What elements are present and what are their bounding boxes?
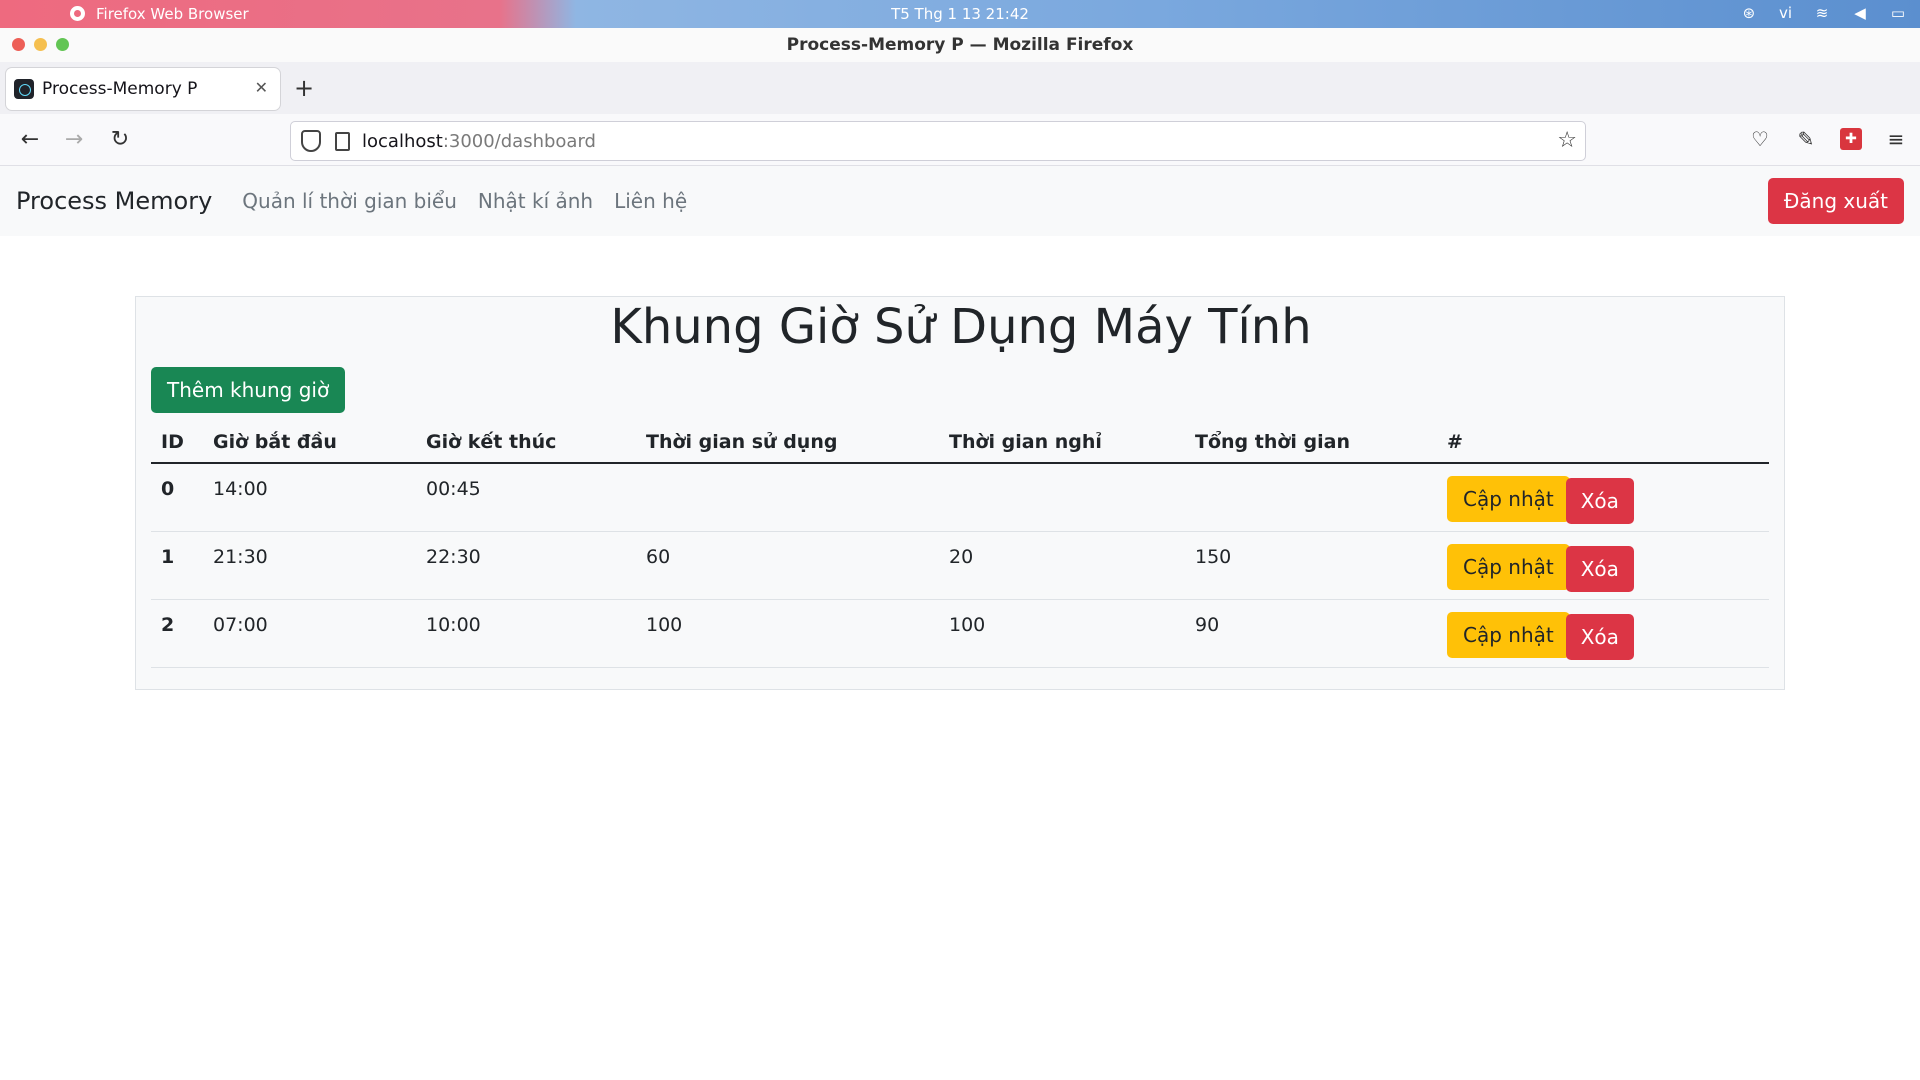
cell-id: 2 <box>151 599 203 668</box>
column-header: # <box>1437 421 1769 464</box>
tab-process-memory[interactable]: Process-Memory P ✕ <box>6 68 280 110</box>
window-title: Process-Memory P — Mozilla Firefox <box>786 35 1134 55</box>
site-navbar: Process Memory Quản lí thời gian biểu Nh… <box>0 166 1920 236</box>
forward-arrow-icon[interactable]: → <box>60 126 88 154</box>
cell-end: 00:45 <box>416 463 636 532</box>
delete-button[interactable]: Xóa <box>1565 478 1634 524</box>
bookmark-star-icon[interactable]: ☆ <box>1557 128 1577 153</box>
battery-icon[interactable]: ▭ <box>1890 5 1906 21</box>
cell-rest <box>939 463 1185 532</box>
table-row: 1 21:30 22:30 60 20 150 Cập nhật Xóa <box>151 531 1769 600</box>
nav-link-contact[interactable]: Liên hệ <box>614 189 687 213</box>
nav-link-schedule[interactable]: Quản lí thời gian biểu <box>242 189 457 213</box>
volume-icon[interactable]: ◀ <box>1852 5 1868 21</box>
cell-total: 150 <box>1185 531 1437 600</box>
cell-use: 100 <box>636 599 939 668</box>
cell-start: 07:00 <box>203 599 416 668</box>
nav-links: Quản lí thời gian biểu Nhật kí ảnh Liên … <box>242 189 687 213</box>
nav-link-photo-diary[interactable]: Nhật kí ảnh <box>478 189 593 213</box>
logout-button[interactable]: Đăng xuất <box>1767 178 1904 224</box>
column-header: Thời gian nghỉ <box>939 421 1185 464</box>
table-header-row: ID Giờ bắt đầu Giờ kết thúc Thời gian sử… <box>151 421 1769 464</box>
cell-rest: 20 <box>939 531 1185 600</box>
column-header: ID <box>151 421 203 464</box>
reload-icon[interactable]: ↻ <box>106 126 134 154</box>
wifi-icon[interactable]: ≋ <box>1814 5 1830 21</box>
toolbar-extensions: ♡ ✎ ✚ ≡ <box>1748 126 1908 152</box>
extension-puzzle-icon[interactable]: ✎ <box>1794 126 1818 152</box>
hamburger-menu-icon[interactable]: ≡ <box>1884 126 1908 152</box>
table-row: 2 07:00 10:00 100 100 90 Cập nhật Xóa <box>151 599 1769 668</box>
url-bar[interactable]: localhost:3000/dashboard ☆ <box>290 121 1586 161</box>
tab-strip: Process-Memory P ✕ + <box>0 62 1920 114</box>
system-clock[interactable]: T5 Thg 1 13 21:42 <box>0 5 1920 23</box>
addon-red-icon[interactable]: ✚ <box>1840 128 1862 150</box>
time-slot-table: ID Giờ bắt đầu Giờ kết thúc Thời gian sử… <box>151 421 1769 668</box>
time-slot-card: Khung Giờ Sử Dụng Máy Tính Thêm khung gi… <box>135 296 1785 690</box>
accessibility-icon[interactable]: ⊛ <box>1741 5 1757 21</box>
cell-total <box>1185 463 1437 532</box>
page-info-icon[interactable] <box>335 131 350 151</box>
pocket-icon[interactable]: ♡ <box>1748 126 1772 152</box>
delete-button[interactable]: Xóa <box>1565 545 1634 592</box>
url-host: localhost <box>362 130 443 152</box>
navigation-toolbar: ← → ↻ localhost:3000/dashboard ☆ ♡ ✎ ✚ ≡ <box>0 114 1920 166</box>
react-favicon-icon <box>14 79 34 99</box>
cell-actions: Cập nhật Xóa <box>1437 463 1769 532</box>
delete-button[interactable]: Xóa <box>1565 613 1634 660</box>
system-tray: ⊛ vi ≋ ◀ ▭ <box>1741 4 1906 22</box>
new-tab-plus-icon[interactable]: + <box>294 74 314 102</box>
cell-start: 21:30 <box>203 531 416 600</box>
close-tab-icon[interactable]: ✕ <box>255 78 268 97</box>
cell-actions: Cập nhật Xóa <box>1437 599 1769 668</box>
tracking-shield-icon[interactable] <box>301 130 321 152</box>
table-row: 0 14:00 00:45 Cập nhật Xóa <box>151 463 1769 532</box>
cell-end: 10:00 <box>416 599 636 668</box>
update-button[interactable]: Cập nhật <box>1447 611 1570 658</box>
input-language[interactable]: vi <box>1779 4 1792 22</box>
window-title-bar: Process-Memory P — Mozilla Firefox <box>0 28 1920 62</box>
tab-label: Process-Memory P <box>42 79 198 99</box>
page-title: Khung Giờ Sử Dụng Máy Tính <box>610 299 1312 355</box>
site-brand[interactable]: Process Memory <box>16 187 212 215</box>
back-arrow-icon[interactable]: ← <box>16 126 44 154</box>
cell-use <box>636 463 939 532</box>
update-button[interactable]: Cập nhật <box>1447 543 1570 590</box>
column-header: Giờ kết thúc <box>416 421 636 464</box>
cell-actions: Cập nhật Xóa <box>1437 531 1769 600</box>
column-header: Tổng thời gian <box>1185 421 1437 464</box>
update-button[interactable]: Cập nhật <box>1447 476 1570 522</box>
add-time-slot-button[interactable]: Thêm khung giờ <box>151 367 346 413</box>
cell-id: 0 <box>151 463 203 532</box>
cell-use: 60 <box>636 531 939 600</box>
cell-id: 1 <box>151 531 203 600</box>
os-top-bar: Firefox Web Browser T5 Thg 1 13 21:42 ⊛ … <box>0 0 1920 28</box>
cell-rest: 100 <box>939 599 1185 668</box>
column-header: Giờ bắt đầu <box>203 421 416 464</box>
column-header: Thời gian sử dụng <box>636 421 939 464</box>
cell-start: 14:00 <box>203 463 416 532</box>
web-page: Process Memory Quản lí thời gian biểu Nh… <box>0 166 1920 1080</box>
url-path: :3000/dashboard <box>442 130 596 152</box>
cell-end: 22:30 <box>416 531 636 600</box>
cell-total: 90 <box>1185 599 1437 668</box>
